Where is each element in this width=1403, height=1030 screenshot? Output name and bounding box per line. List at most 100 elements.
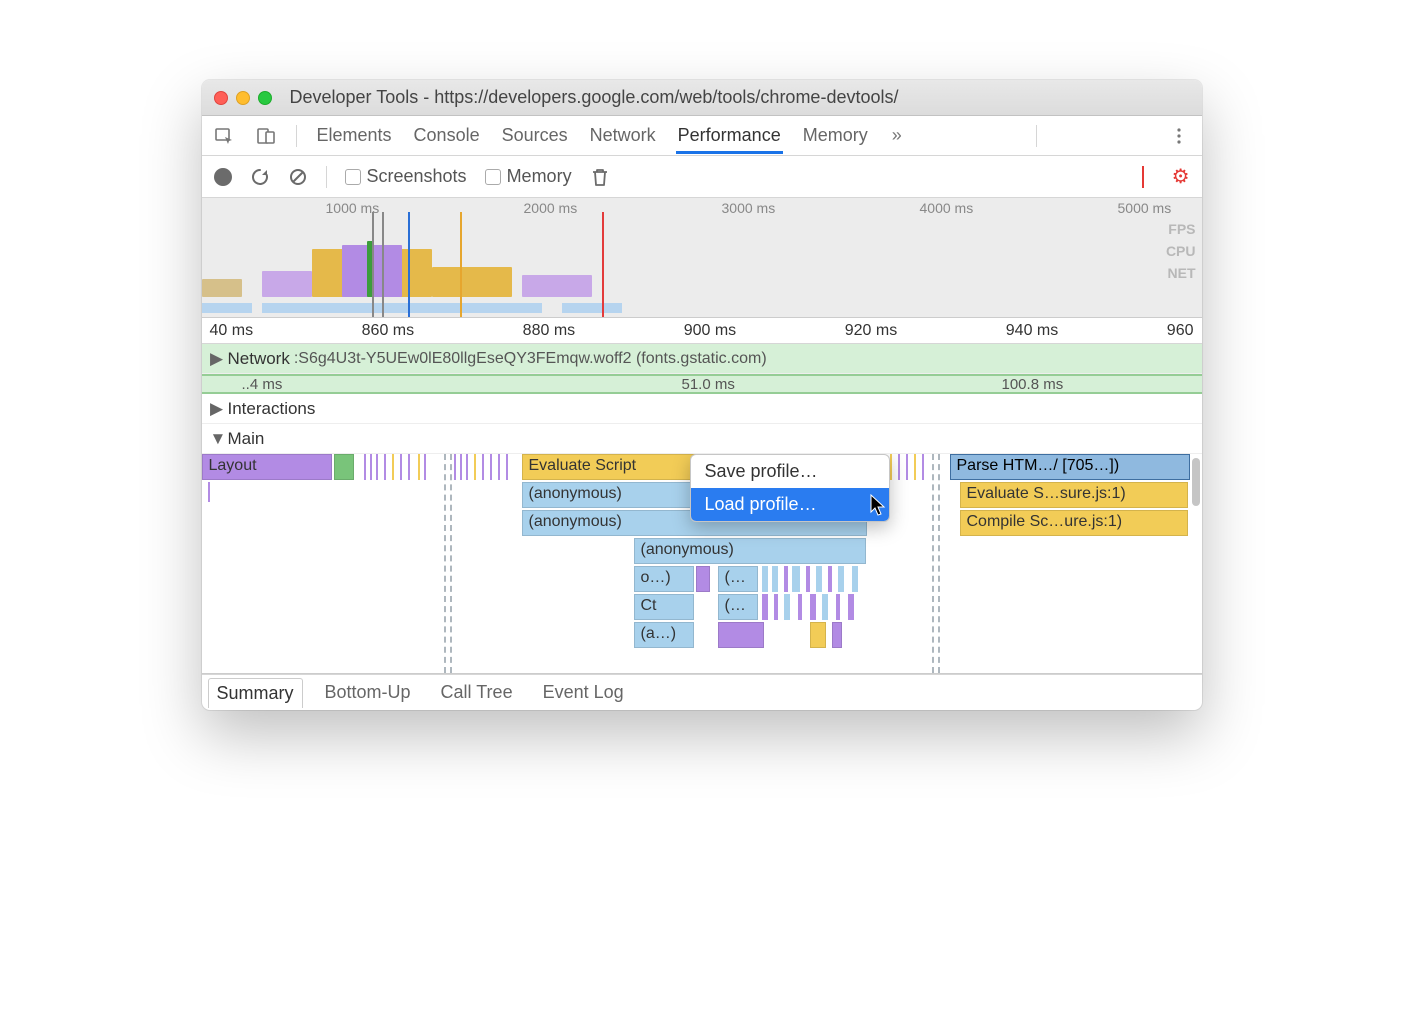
flame-bar-evaluate-s[interactable]: Evaluate S…sure.js:1) <box>960 482 1188 508</box>
cursor-icon <box>870 494 888 518</box>
tab-call-tree[interactable]: Call Tree <box>433 678 521 707</box>
checkbox-box <box>345 169 361 185</box>
frame-time: 100.8 ms <box>1002 376 1064 393</box>
separator <box>1142 166 1144 188</box>
minimize-window-button[interactable] <box>236 91 250 105</box>
main-track-header[interactable]: ▼ Main <box>202 424 1202 454</box>
frames-track[interactable]: ..4 ms 51.0 ms 100.8 ms <box>202 374 1202 394</box>
flame-stripes[interactable] <box>890 454 930 480</box>
tab-network[interactable]: Network <box>588 117 658 154</box>
devtools-window: Developer Tools - https://developers.goo… <box>202 80 1202 710</box>
tabs-overflow-button[interactable]: » <box>888 125 906 146</box>
memory-checkbox[interactable]: Memory <box>485 166 572 187</box>
screenshots-checkbox[interactable]: Screenshots <box>345 166 467 187</box>
flame-bar[interactable] <box>696 566 710 592</box>
memory-label: Memory <box>507 166 572 187</box>
flame-bar-ct[interactable]: Ct <box>634 594 694 620</box>
main-label: Main <box>228 429 265 449</box>
flame-bar-paren[interactable]: (… <box>718 594 758 620</box>
tab-elements[interactable]: Elements <box>315 117 394 154</box>
ruler-tick: 960 <box>1167 322 1194 340</box>
flame-bar-a[interactable]: (a…) <box>634 622 694 648</box>
context-menu-save-profile[interactable]: Save profile… <box>691 455 889 488</box>
ruler-tick: 40 ms <box>210 322 254 340</box>
tab-console[interactable]: Console <box>412 117 482 154</box>
more-options-icon[interactable] <box>1167 124 1191 148</box>
zoom-window-button[interactable] <box>258 91 272 105</box>
flame-bar-o[interactable]: o…) <box>634 566 694 592</box>
flame-stripes[interactable] <box>362 454 434 480</box>
flame-bar-anon[interactable]: (anonymous) <box>634 538 866 564</box>
timeline-overview[interactable]: 1000 ms 2000 ms 3000 ms 4000 ms 5000 ms … <box>202 198 1202 318</box>
details-tabs: Summary Bottom-Up Call Tree Event Log <box>202 674 1202 710</box>
clear-icon[interactable] <box>288 167 308 187</box>
tab-sources[interactable]: Sources <box>500 117 570 154</box>
flame-bar-paren[interactable]: (… <box>718 566 758 592</box>
interactions-track-header[interactable]: ▶ Interactions <box>202 394 1202 424</box>
frame-time: ..4 ms <box>242 376 283 393</box>
frame-divider <box>932 454 934 673</box>
scrollbar-thumb[interactable] <box>1192 458 1200 506</box>
tab-summary[interactable]: Summary <box>208 678 303 708</box>
titlebar: Developer Tools - https://developers.goo… <box>202 80 1202 116</box>
close-window-button[interactable] <box>214 91 228 105</box>
separator <box>326 166 327 188</box>
cpu-label: CPU <box>1166 240 1196 262</box>
network-track-header[interactable]: ▶ Network :S6g4U3t-Y5UEw0lE80llgEseQY3FE… <box>202 344 1202 374</box>
flame-bar[interactable] <box>810 622 826 648</box>
overview-marker-blue <box>408 212 410 317</box>
expand-icon: ▶ <box>210 399 224 419</box>
screenshots-label: Screenshots <box>367 166 467 187</box>
scrollbar[interactable] <box>1190 454 1202 673</box>
inspect-element-icon[interactable] <box>212 124 236 148</box>
ruler-tick: 880 ms <box>523 322 575 340</box>
flame-stripes[interactable] <box>762 594 866 620</box>
flame-chart[interactable]: Layout Evaluate Script Parse HTM…/ [705…… <box>202 454 1202 674</box>
track-list: ▶ Network :S6g4U3t-Y5UEw0lE80llgEseQY3FE… <box>202 344 1202 454</box>
overview-right-labels: FPS CPU NET <box>1166 218 1196 284</box>
reload-icon[interactable] <box>250 167 270 187</box>
settings-gear-icon[interactable]: ⚙ <box>1172 164 1190 189</box>
flame-stripes[interactable] <box>454 454 518 480</box>
flame-bar-parse-html[interactable]: Parse HTM…/ [705…]) <box>950 454 1190 480</box>
tab-memory[interactable]: Memory <box>801 117 870 154</box>
separator <box>296 125 297 147</box>
separator <box>1036 125 1037 147</box>
tab-performance[interactable]: Performance <box>676 117 783 154</box>
net-label: NET <box>1166 262 1196 284</box>
overview-marker-orange <box>460 212 462 317</box>
record-button[interactable] <box>214 168 232 186</box>
frame-divider <box>444 454 446 673</box>
checkbox-box <box>485 169 501 185</box>
frame-time: 51.0 ms <box>682 376 735 393</box>
flame-stripes[interactable] <box>762 566 866 592</box>
device-toolbar-icon[interactable] <box>254 124 278 148</box>
collapse-icon: ▼ <box>210 429 224 449</box>
performance-toolbar: Screenshots Memory ⚙ <box>202 156 1202 198</box>
overview-tick: 5000 ms <box>1118 200 1172 216</box>
expand-icon: ▶ <box>210 349 224 369</box>
flame-bar-layout[interactable]: Layout <box>202 454 332 480</box>
overview-handle-right[interactable] <box>382 212 384 317</box>
flame-sliver[interactable] <box>208 482 210 502</box>
overview-cpu-graph <box>202 241 1142 297</box>
tab-bottom-up[interactable]: Bottom-Up <box>317 678 419 707</box>
ruler-tick: 940 ms <box>1006 322 1058 340</box>
overview-net-strip <box>202 303 1142 313</box>
flame-bar[interactable] <box>832 622 842 648</box>
window-title: Developer Tools - https://developers.goo… <box>290 87 899 108</box>
ruler-tick: 920 ms <box>845 322 897 340</box>
context-menu-load-profile[interactable]: Load profile… <box>691 488 889 521</box>
flame-bar-compile-s[interactable]: Compile Sc…ure.js:1) <box>960 510 1188 536</box>
overview-tick: 2000 ms <box>524 200 578 216</box>
timeline-ruler[interactable]: 40 ms 860 ms 880 ms 900 ms 920 ms 940 ms… <box>202 318 1202 344</box>
traffic-lights <box>214 91 272 105</box>
overview-handle-left[interactable] <box>372 212 374 317</box>
flame-bar[interactable] <box>718 622 764 648</box>
frame-divider <box>938 454 940 673</box>
overview-tick: 3000 ms <box>722 200 776 216</box>
trash-icon[interactable] <box>590 167 610 187</box>
tab-event-log[interactable]: Event Log <box>535 678 632 707</box>
interactions-label: Interactions <box>228 399 316 419</box>
flame-bar[interactable] <box>334 454 354 480</box>
